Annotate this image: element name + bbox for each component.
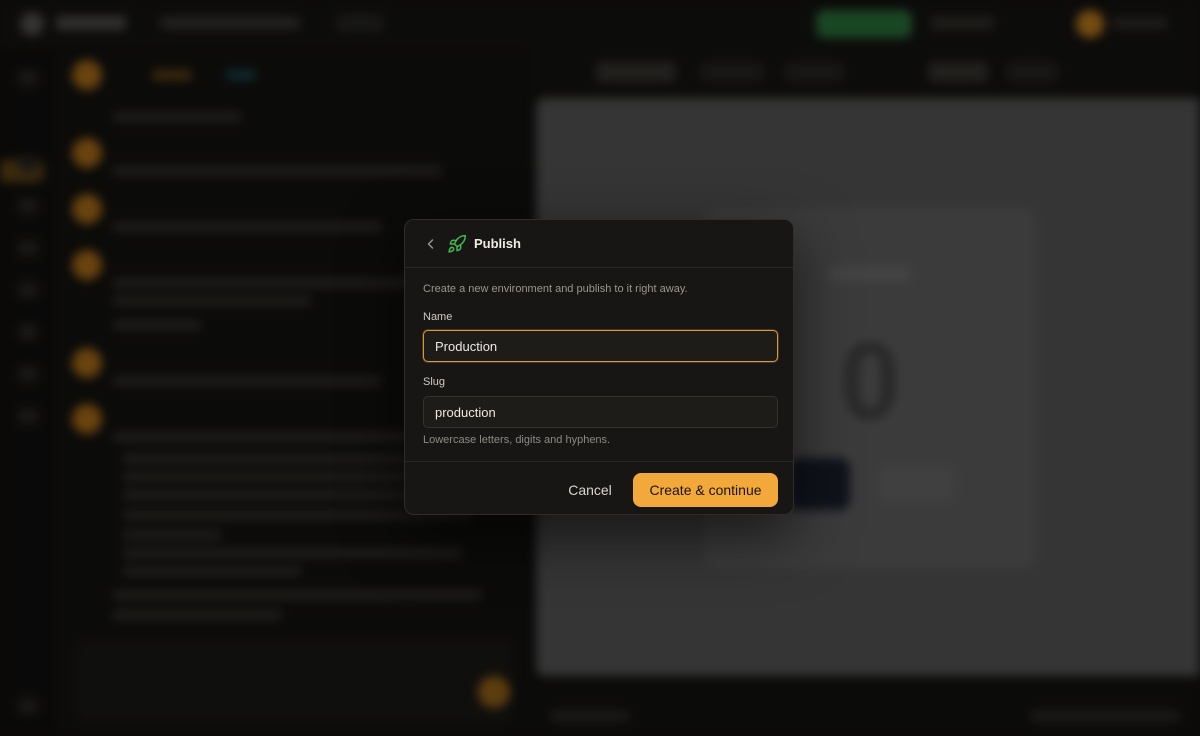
dialog-footer: Cancel Create & continue bbox=[405, 461, 793, 514]
rocket-icon bbox=[448, 234, 467, 253]
chevron-left-icon bbox=[427, 239, 434, 249]
name-label: Name bbox=[423, 311, 453, 323]
slug-hint: Lowercase letters, digits and hyphens. bbox=[423, 434, 611, 446]
create-and-continue-button[interactable]: Create & continue bbox=[633, 473, 778, 507]
publish-dialog: Publish Create a new environment and pub… bbox=[404, 219, 794, 515]
dialog-description: Create a new environment and publish to … bbox=[423, 283, 688, 295]
slug-label: Slug bbox=[423, 376, 446, 388]
name-input[interactable] bbox=[423, 330, 778, 362]
back-button[interactable] bbox=[421, 234, 441, 254]
dialog-title: Publish bbox=[474, 236, 521, 251]
cancel-button[interactable]: Cancel bbox=[555, 474, 625, 506]
slug-input[interactable] bbox=[423, 396, 778, 428]
dialog-header: Publish bbox=[405, 220, 793, 268]
app-window: 0 Publish Create a new environment and p… bbox=[0, 0, 1200, 736]
